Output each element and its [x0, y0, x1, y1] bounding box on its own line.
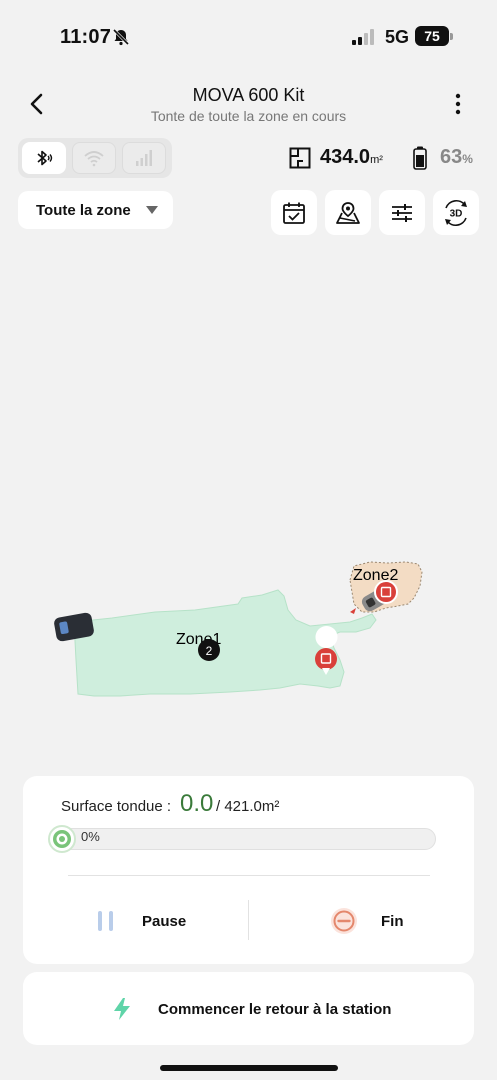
bluetooth-toggle[interactable] — [22, 142, 66, 174]
map-pin-icon — [336, 201, 360, 224]
mower-battery-icon — [413, 146, 427, 170]
network-type: 5G — [385, 27, 410, 47]
battery-number: 63 — [440, 146, 463, 168]
map-edit-button[interactable] — [325, 190, 371, 235]
battery-tip — [450, 33, 453, 40]
schedule-button[interactable] — [271, 190, 317, 235]
end-button[interactable]: Fin — [249, 886, 474, 956]
home-indicator[interactable] — [160, 1065, 338, 1071]
mowed-area-value: 0.0 — [180, 790, 214, 817]
zone-dropdown[interactable]: Toute la zone — [18, 191, 173, 229]
panel-divider — [68, 875, 430, 876]
view-3d-button[interactable]: 3D — [433, 190, 479, 235]
mowing-progress-bar — [53, 828, 436, 850]
calendar-check-icon — [283, 202, 305, 224]
pause-icon — [98, 911, 113, 931]
mowing-status-panel: Surface tondue : 0.0 / 421.0m² 0% Pause … — [23, 776, 474, 964]
battery-level: 75 — [415, 26, 449, 46]
mower-battery-value: 63% — [440, 146, 473, 169]
more-vertical-icon[interactable] — [450, 92, 466, 118]
area-value: 434.0m² — [320, 146, 383, 169]
mowed-area-label: Surface tondue : — [61, 798, 172, 815]
sliders-icon — [392, 203, 412, 222]
floor-plan-icon — [289, 147, 311, 169]
connection-toggle-group — [18, 138, 172, 178]
bluetooth-icon — [37, 150, 53, 166]
status-battery: 75 — [415, 26, 453, 46]
return-to-station-button[interactable]: Commencer le retour à la station — [23, 972, 474, 1045]
rotate-3d-icon: 3D — [445, 199, 467, 226]
end-label: Fin — [381, 913, 404, 930]
area-number: 434.0 — [320, 146, 371, 168]
bell-muted-icon — [112, 28, 130, 46]
wifi-icon — [84, 151, 104, 167]
page-title: MOVA 600 Kit — [192, 85, 305, 105]
zone1-badge: 2 — [206, 644, 213, 658]
status-time: 11:07 — [60, 26, 112, 48]
caret-down-icon — [146, 206, 158, 214]
lawn-map[interactable]: Zone1 2 Zone2 — [0, 240, 497, 770]
mowing-progress-icon — [48, 825, 76, 853]
return-to-station-label: Commencer le retour à la station — [158, 1001, 392, 1018]
page-subtitle: Tonte de toute la zone en cours — [150, 108, 347, 124]
battery-unit: % — [462, 152, 473, 166]
mowed-area-total: / 421.0m² — [216, 798, 280, 815]
zone-dropdown-label: Toute la zone — [36, 202, 131, 219]
view-3d-label: 3D — [450, 208, 463, 219]
pause-label: Pause — [142, 913, 187, 930]
lightning-bolt-icon — [114, 998, 130, 1020]
mowing-progress-percent: 0% — [81, 829, 100, 844]
stop-minus-icon — [331, 908, 357, 934]
pause-button[interactable]: Pause — [23, 886, 248, 956]
area-unit: m² — [370, 154, 383, 166]
signal-icon — [352, 29, 374, 45]
cellular-toggle[interactable] — [122, 142, 166, 174]
cellular-icon — [136, 150, 152, 166]
wifi-toggle[interactable] — [72, 142, 116, 174]
mowing-settings-button[interactable] — [379, 190, 425, 235]
